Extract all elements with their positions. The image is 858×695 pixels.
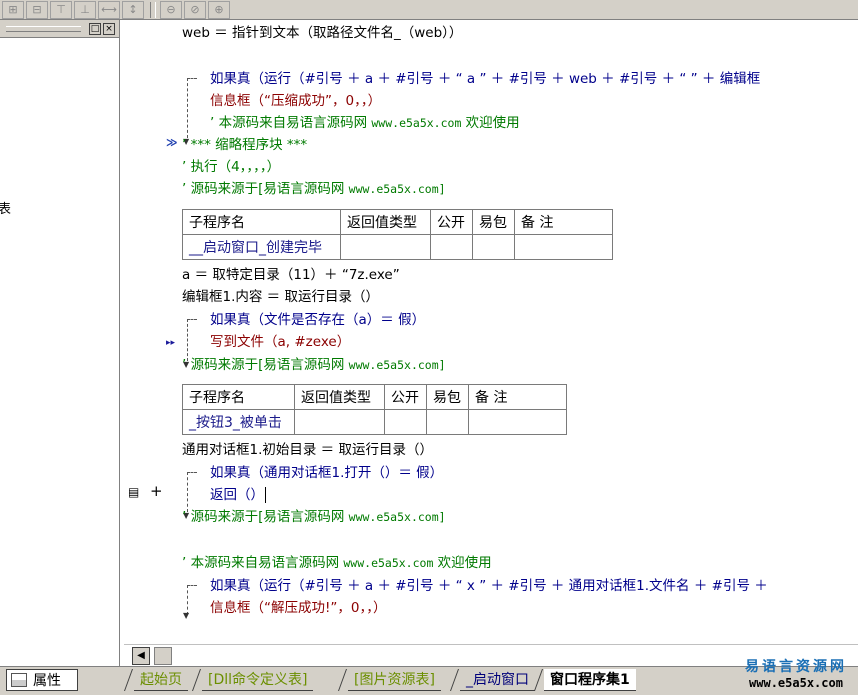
align-bottom-icon[interactable]: ⊥ [74,0,96,19]
col-header: 公开 [430,209,473,235]
code-line[interactable]: 通用对话框1.初始目录 ＝ 取运行目录（） [182,439,433,461]
block-line [187,78,188,138]
toolbar-separator [150,1,156,18]
text-cursor [265,487,266,503]
block-line [187,319,197,320]
align-left-icon[interactable]: ⊞ [2,0,24,19]
subroutine-name[interactable]: __启动窗口_创建完毕 [182,234,341,260]
tab-dll-commands[interactable]: [Dll命令定义表] [202,669,314,691]
public-cell[interactable] [384,409,427,435]
package-cell[interactable] [426,409,469,435]
comment-line[interactable]: ’ 执行（4，，，，） [182,156,280,178]
horizontal-center-icon[interactable]: ⊖ [160,0,182,19]
tab-bar: 属性 起始页 [Dll命令定义表] [图片资源表] _启动窗口 窗口程序集1 [0,666,858,695]
logo-text-cn: 易语言资源网 [745,659,847,675]
vertical-center-icon[interactable]: ⊘ [184,0,206,19]
block-line [187,472,197,473]
tab-start-page[interactable]: 起始页 [134,669,188,691]
variable-icon: ▤ [128,485,140,499]
col-header: 备 注 [468,384,567,410]
comment-line[interactable]: ’ *** 缩略程序块 *** [182,134,307,156]
center-icon[interactable]: ⊕ [208,0,230,19]
col-header: 易包 [426,384,469,410]
col-header: 备 注 [514,209,613,235]
properties-icon [11,673,27,687]
panel-grip[interactable] [6,25,81,32]
comment-line[interactable]: ’ 本源码来自易语言源码网 www.e5a5x.com 欢迎使用 [210,112,520,134]
return-type-cell[interactable] [340,234,431,260]
code-gutter: ≫ ▸▸ ▤ + [124,20,178,644]
col-header: 返回值类型 [294,384,385,410]
code-line[interactable]: 如果真（运行（#引号 ＋ a ＋ #引号 ＋ “ x ” ＋ #引号 ＋ 通用对… [210,575,768,597]
left-panel: □ × 表 [0,20,120,668]
block-line [187,78,197,79]
tab-startup-window[interactable]: _启动窗口 [460,669,535,691]
public-cell[interactable] [430,234,473,260]
code-line[interactable]: 如果真（通用对话框1.打开（）＝ 假） [210,462,443,484]
col-header: 子程序名 [182,384,295,410]
code-line[interactable]: web ＝ 指针到文本（取路径文件名_（web）） [182,22,462,44]
logo-text-en: www.e5a5x.com [749,676,843,690]
properties-label: 属性 [33,673,61,689]
col-header: 子程序名 [182,209,341,235]
code-line[interactable]: 信息框（“解压成功!”，0，，） [210,597,387,619]
site-logo: 易语言资源网 www.e5a5x.com [740,656,852,690]
package-cell[interactable] [472,234,515,260]
code-line[interactable]: 如果真（文件是否存在（a）＝ 假） [210,309,425,331]
toolbar: ⊞ ⊟ ⊤ ⊥ ⟷ ↕ ⊖ ⊘ ⊕ [0,0,858,20]
return-type-cell[interactable] [294,409,385,435]
scroll-left-button[interactable]: ◀ [132,647,150,665]
scroll-thumb[interactable] [154,647,172,665]
subroutine-name[interactable]: _按钮3_被单击 [182,409,295,435]
col-header: 公开 [384,384,427,410]
code-line[interactable]: 如果真（运行（#引号 ＋ a ＋ #引号 ＋ “ a ” ＋ #引号 ＋ web… [210,68,760,90]
remark-cell[interactable] [514,234,613,260]
col-header: 返回值类型 [340,209,431,235]
tab-image-resources[interactable]: [图片资源表] [348,669,441,691]
code-line[interactable]: 写到文件（a, #zexe） [210,331,350,353]
block-line [187,585,197,586]
col-header: 易包 [472,209,515,235]
remark-cell[interactable] [468,409,567,435]
panel-text-fragment: 表 [0,202,12,217]
comment-line[interactable]: ’ 本源码来自易语言源码网 www.e5a5x.com 欢迎使用 [182,552,492,574]
block-end-arrow: ▼ [183,611,190,620]
code-line[interactable]: 返回（） [210,484,266,506]
comment-line[interactable]: ’ 源码来源于[易语言源码网 www.e5a5x.com] [182,178,446,200]
close-button[interactable]: × [103,22,115,35]
align-center-icon[interactable]: ⊟ [26,0,48,19]
comment-line[interactable]: ’ 源码来源于[易语言源码网 www.e5a5x.com] [182,506,446,528]
subroutine-table: 子程序名 返回值类型 公开 易包 备 注 _按钮3_被单击 [182,384,567,435]
equal-width-icon[interactable]: ⟷ [98,0,120,19]
align-top-icon[interactable]: ⊤ [50,0,72,19]
code-line[interactable]: a ＝ 取特定目录（11）＋ “7z.exe” [182,264,400,286]
left-panel-titlebar: □ × [0,20,119,38]
restore-button[interactable]: □ [89,22,101,35]
code-editor[interactable]: web ＝ 指针到文本（取路径文件名_（web）） ▼ 如果真（运行（#引号 ＋… [154,20,858,644]
code-line[interactable]: 信息框（“压缩成功”，0，，） [210,90,381,112]
tab-window-assembly[interactable]: 窗口程序集1 [544,669,636,691]
equal-height-icon[interactable]: ↕ [122,0,144,19]
subroutine-table: 子程序名 返回值类型 公开 易包 备 注 __启动窗口_创建完毕 [182,209,613,260]
comment-line[interactable]: ’ 源码来源于[易语言源码网 www.e5a5x.com] [182,354,446,376]
properties-tab[interactable]: 属性 [6,669,78,691]
code-line[interactable]: 编辑框1.内容 ＝ 取运行目录（） [182,286,379,308]
